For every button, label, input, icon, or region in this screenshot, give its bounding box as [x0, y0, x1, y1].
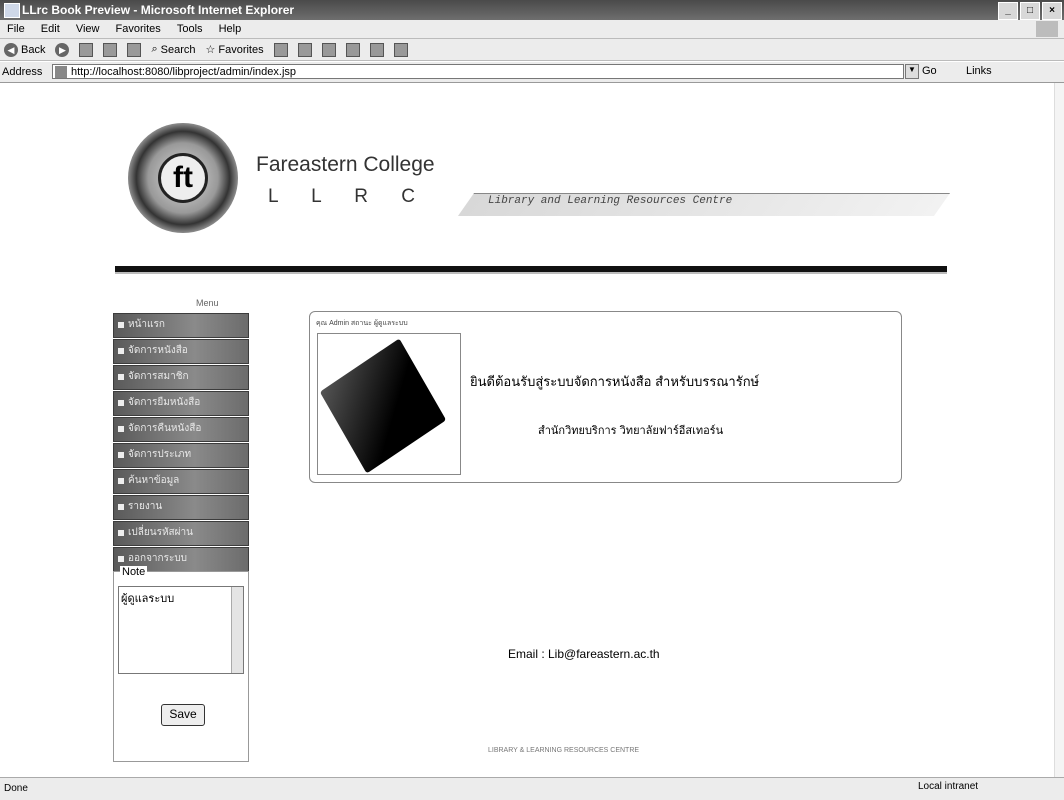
welcome-message: ยินดีต้อนรับสู่ระบบจัดการหนังสือ สำหรับบ…: [470, 374, 760, 389]
address-input[interactable]: http://localhost:8080/libproject/admin/i…: [52, 64, 904, 79]
note-text: ผู้ดูแลระบบ: [121, 593, 175, 605]
book-image-frame: [317, 333, 461, 475]
sidebar-item-label: ออกจากระบบ: [128, 553, 188, 564]
bullet-icon: [118, 504, 124, 510]
sidebar-item-label: จัดการหนังสือ: [128, 345, 188, 356]
logo-emblem: ft: [158, 153, 208, 203]
save-button[interactable]: Save: [161, 704, 205, 726]
toolbar: ◀ Back ▶ ⌕ Search ☆ Favorites: [0, 39, 1064, 61]
sidebar-item-label: ค้นหาข้อมูล: [128, 475, 180, 486]
sidebar-header: Menu: [196, 298, 219, 308]
minimize-button[interactable]: _: [998, 2, 1018, 20]
address-label: Address: [2, 66, 43, 78]
history-icon[interactable]: [273, 42, 288, 57]
sidebar-menu: หน้าแรก จัดการหนังสือ จัดการสมาชิก จัดกา…: [113, 313, 249, 573]
page-content: ft Fareastern College L L R C Library an…: [0, 83, 1064, 777]
address-bar: Address http://localhost:8080/libproject…: [0, 62, 1064, 83]
stop-icon[interactable]: [79, 42, 94, 57]
note-panel: Note ผู้ดูแลระบบ Save: [113, 566, 249, 762]
forward-button[interactable]: ▶: [55, 42, 70, 57]
bullet-icon: [118, 374, 124, 380]
bullet-icon: [118, 452, 124, 458]
search-button[interactable]: ⌕ Search: [151, 43, 195, 56]
welcome-subtitle: สำนักวิทยบริการ วิทยาลัยฟาร์อีสเทอร์น: [538, 425, 724, 437]
sidebar-item-borrow[interactable]: จัดการยืมหนังสือ: [113, 391, 249, 416]
bullet-icon: [118, 400, 124, 406]
sidebar-item-search[interactable]: ค้นหาข้อมูล: [113, 469, 249, 494]
footer-copyright: LIBRARY & LEARNING RESOURCES CENTRE: [488, 747, 640, 754]
contact-email: Email : Lib@fareastern.ac.th: [508, 647, 660, 661]
ie-icon: [4, 3, 20, 18]
status-bar: Done Local intranet: [0, 777, 1064, 800]
menu-favorites[interactable]: Favorites: [109, 20, 167, 35]
book-icon: [319, 338, 447, 474]
sidebar-item-password[interactable]: เปลี่ยนรหัสผ่าน: [113, 521, 249, 546]
menu-file[interactable]: File: [0, 20, 31, 35]
go-button[interactable]: Go: [922, 65, 937, 77]
sidebar-item-types[interactable]: จัดการประเภท: [113, 443, 249, 468]
window-title: LLrc Book Preview - Microsoft Internet E…: [22, 3, 295, 17]
bullet-icon: [118, 426, 124, 432]
search-label: Search: [160, 43, 196, 56]
favorites-label: Favorites: [218, 43, 264, 56]
note-scrollbar[interactable]: [231, 587, 243, 673]
search-icon: ⌕: [151, 43, 158, 55]
note-textarea[interactable]: ผู้ดูแลระบบ: [118, 586, 244, 674]
bullet-icon: [118, 478, 124, 484]
back-label: Back: [21, 43, 46, 56]
sidebar-item-members[interactable]: จัดการสมาชิก: [113, 365, 249, 390]
tagline: Library and Learning Resources Centre: [488, 195, 733, 207]
sidebar-item-label: จัดการประเภท: [128, 449, 192, 460]
star-icon: ☆: [205, 44, 216, 56]
address-dropdown-icon[interactable]: ▼: [905, 64, 919, 79]
bullet-icon: [118, 322, 124, 328]
links-button[interactable]: Links: [966, 65, 992, 77]
menu-edit[interactable]: Edit: [34, 20, 66, 35]
edit-icon[interactable]: [345, 42, 360, 57]
college-name: Fareastern College: [256, 153, 435, 176]
sidebar-item-label: จัดการสมาชิก: [128, 371, 189, 382]
llrc-title: L L R C: [268, 186, 430, 207]
status-text: Done: [4, 783, 28, 794]
sidebar-item-label: รายงาน: [128, 501, 163, 512]
welcome-header: คุณ Admin สถานะ ผู้ดูแลระบบ: [316, 320, 408, 327]
window-titlebar: LLrc Book Preview - Microsoft Internet E…: [0, 0, 1064, 20]
menu-bar: File Edit View Favorites Tools Help: [0, 20, 1064, 39]
sidebar-item-label: หน้าแรก: [128, 319, 165, 330]
vertical-scrollbar[interactable]: [1054, 83, 1064, 777]
favorites-button[interactable]: ☆ Favorites: [205, 43, 264, 57]
page-icon: [55, 66, 67, 78]
discuss-icon[interactable]: [369, 42, 384, 57]
bullet-icon: [118, 556, 124, 562]
refresh-icon[interactable]: [103, 42, 118, 57]
college-logo: ft: [128, 123, 238, 233]
back-button[interactable]: ◀ Back: [4, 42, 46, 57]
windows-logo-icon: [1036, 21, 1058, 37]
sidebar-item-label: เปลี่ยนรหัสผ่าน: [128, 527, 193, 538]
print-icon[interactable]: [321, 42, 336, 57]
sidebar-item-home[interactable]: หน้าแรก: [113, 313, 249, 338]
maximize-button[interactable]: □: [1020, 2, 1040, 20]
sidebar-item-books[interactable]: จัดการหนังสือ: [113, 339, 249, 364]
sidebar-item-label: จัดการยืมหนังสือ: [128, 397, 201, 408]
menu-tools[interactable]: Tools: [170, 20, 209, 35]
home-icon[interactable]: [127, 42, 142, 57]
back-arrow-icon: ◀: [4, 42, 18, 57]
address-url: http://localhost:8080/libproject/admin/i…: [71, 66, 297, 78]
bullet-icon: [118, 348, 124, 354]
sidebar-item-return[interactable]: จัดการคืนหนังสือ: [113, 417, 249, 442]
header-divider-shadow: [115, 272, 947, 274]
zone-indicator: Local intranet: [918, 781, 979, 792]
menu-view[interactable]: View: [69, 20, 106, 35]
welcome-panel: คุณ Admin สถานะ ผู้ดูแลระบบ ยินดีต้อนรับ…: [309, 311, 902, 483]
close-button[interactable]: ×: [1042, 2, 1062, 20]
mail-icon[interactable]: [297, 42, 312, 57]
sidebar-item-reports[interactable]: รายงาน: [113, 495, 249, 520]
forward-arrow-icon: ▶: [55, 42, 70, 57]
menu-help[interactable]: Help: [212, 20, 248, 35]
bullet-icon: [118, 530, 124, 536]
sidebar-item-label: จัดการคืนหนังสือ: [128, 423, 202, 434]
messenger-icon[interactable]: [393, 42, 408, 57]
note-label: Note: [120, 566, 148, 578]
